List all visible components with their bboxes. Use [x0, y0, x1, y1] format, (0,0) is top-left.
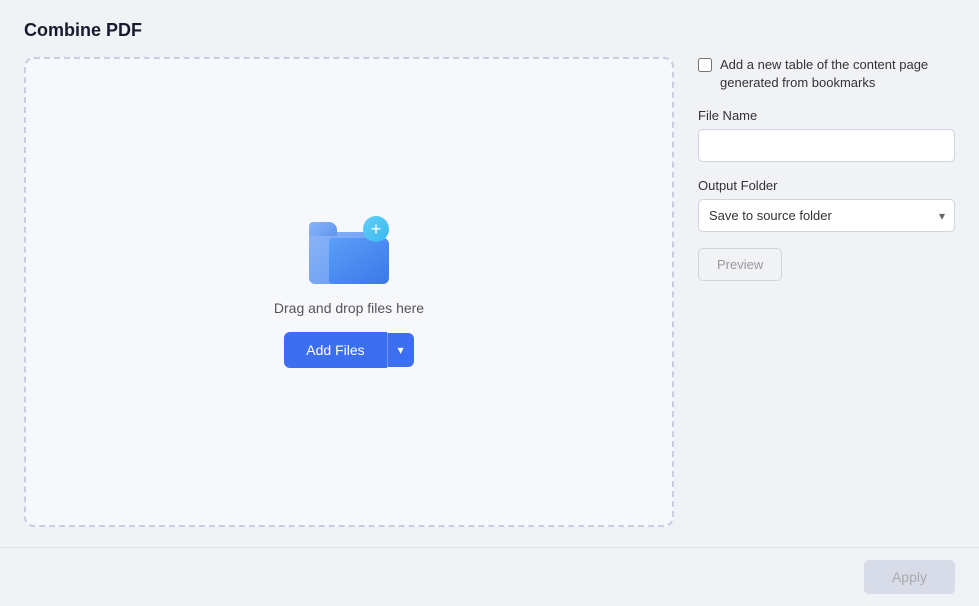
output-folder-group: Output Folder Save to source folder Choo…	[698, 178, 955, 232]
add-files-group: Add Files ▾	[284, 332, 413, 368]
output-folder-label: Output Folder	[698, 178, 955, 193]
folder-icon: +	[309, 216, 389, 284]
bookmark-checkbox-row: Add a new table of the content page gene…	[698, 56, 955, 92]
output-folder-select-wrapper: Save to source folder Choose folder... ▾	[698, 199, 955, 232]
page-title: Combine PDF	[24, 20, 674, 41]
bookmark-label: Add a new table of the content page gene…	[720, 56, 955, 92]
file-name-label: File Name	[698, 108, 955, 123]
right-panel: Add a new table of the content page gene…	[698, 20, 955, 527]
preview-button[interactable]: Preview	[698, 248, 782, 281]
apply-button[interactable]: Apply	[864, 560, 955, 594]
bottom-bar: Apply	[0, 547, 979, 606]
folder-front	[329, 238, 389, 284]
output-folder-select[interactable]: Save to source folder Choose folder...	[698, 199, 955, 232]
plus-icon: +	[363, 216, 389, 242]
file-name-group: File Name	[698, 108, 955, 162]
left-panel: Combine PDF + Drag and drop files here A…	[24, 20, 674, 527]
drop-zone[interactable]: + Drag and drop files here Add Files ▾	[24, 57, 674, 527]
add-files-dropdown-button[interactable]: ▾	[387, 333, 414, 367]
add-files-button[interactable]: Add Files	[284, 332, 386, 368]
drag-drop-text: Drag and drop files here	[274, 300, 424, 316]
file-name-input[interactable]	[698, 129, 955, 162]
bookmark-checkbox[interactable]	[698, 58, 712, 72]
